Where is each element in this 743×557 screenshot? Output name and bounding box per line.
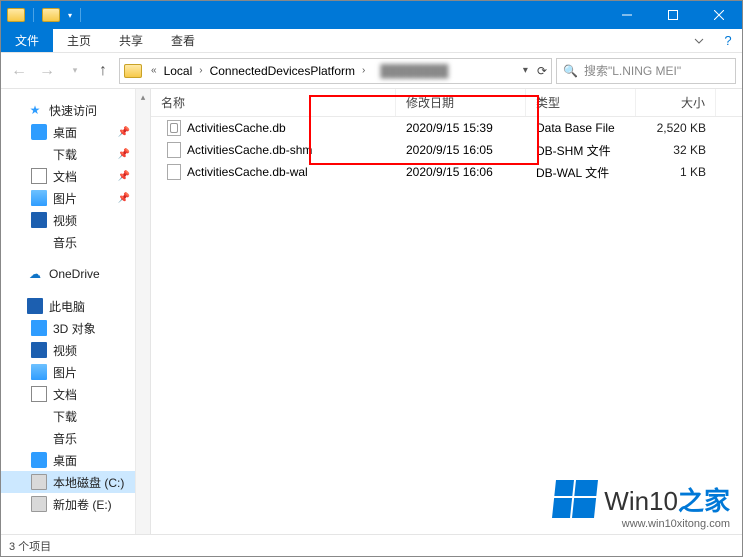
- tab-share[interactable]: 共享: [105, 29, 157, 52]
- search-icon: 🔍: [563, 64, 578, 78]
- column-name[interactable]: 名称: [151, 89, 396, 116]
- file-size: 2,520 KB: [636, 121, 716, 135]
- sidebar-item-obj3d[interactable]: 3D 对象: [1, 317, 150, 339]
- folder-icon: [124, 64, 142, 78]
- column-headers: 名称 修改日期 类型 大小: [151, 89, 742, 117]
- sidebar-item-music[interactable]: 音乐: [1, 427, 150, 449]
- scroll-up-icon[interactable]: ▴: [136, 89, 150, 105]
- file-type: DB-SHM 文件: [526, 142, 636, 159]
- search-placeholder: 搜索"L.NING MEI": [584, 62, 681, 79]
- pin-icon: 📌: [118, 127, 130, 138]
- file-icon: [167, 120, 181, 136]
- table-row[interactable]: ActivitiesCache.db 2020/9/15 15:39Data Ba…: [151, 117, 742, 139]
- column-type[interactable]: 类型: [526, 89, 636, 116]
- file-type: Data Base File: [526, 121, 636, 135]
- tab-view[interactable]: 查看: [157, 29, 209, 52]
- window-controls: [604, 1, 742, 29]
- sidebar-item-vid[interactable]: 视频: [1, 209, 150, 231]
- chevron-left-icon[interactable]: «: [148, 65, 160, 76]
- status-bar: 3 个项目: [1, 534, 742, 556]
- sidebar-item-music[interactable]: 音乐: [1, 231, 150, 253]
- navigation-bar: ← → ▾ ↑ « Local › ConnectedDevicesPlatfo…: [1, 53, 742, 89]
- sidebar-quick-access[interactable]: ★快速访问: [1, 99, 150, 121]
- chevron-right-icon[interactable]: ›: [196, 65, 205, 76]
- up-button[interactable]: ↑: [91, 59, 115, 83]
- ribbon-expand-icon[interactable]: [684, 29, 714, 52]
- help-icon[interactable]: ?: [714, 29, 742, 52]
- sidebar-item-down[interactable]: 下载📌: [1, 143, 150, 165]
- folder-icon: [42, 8, 60, 22]
- sidebar-item-pic[interactable]: 图片: [1, 361, 150, 383]
- sidebar-scrollbar[interactable]: ▴: [135, 89, 150, 534]
- sidebar-item-doc[interactable]: 文档: [1, 383, 150, 405]
- ribbon-tabs: 文件 主页 共享 查看 ?: [1, 29, 742, 53]
- file-size: 32 KB: [636, 143, 716, 157]
- sidebar-onedrive[interactable]: ☁OneDrive: [1, 263, 150, 285]
- chevron-down-icon[interactable]: ▾: [520, 65, 531, 76]
- breadcrumb[interactable]: Local: [162, 64, 195, 78]
- tab-home[interactable]: 主页: [53, 29, 105, 52]
- forward-button[interactable]: →: [35, 59, 59, 83]
- table-row[interactable]: ActivitiesCache.db-wal 2020/9/15 16:06DB-…: [151, 161, 742, 183]
- sidebar-item-desktop[interactable]: 桌面📌: [1, 121, 150, 143]
- pin-icon: 📌: [118, 149, 130, 160]
- file-date: 2020/9/15 16:06: [396, 165, 526, 179]
- file-list: 名称 修改日期 类型 大小 ActivitiesCache.db 2020/9/1…: [151, 89, 742, 534]
- close-button[interactable]: [696, 1, 742, 29]
- file-name: ActivitiesCache.db-shm: [187, 143, 312, 157]
- file-tab[interactable]: 文件: [1, 29, 53, 52]
- sidebar-item-doc[interactable]: 文档📌: [1, 165, 150, 187]
- sidebar-item-desktop[interactable]: 桌面: [1, 449, 150, 471]
- navigation-pane: ★快速访问桌面📌下载📌文档📌图片📌视频音乐☁OneDrive此电脑3D 对象视频…: [1, 89, 151, 534]
- separator: [80, 8, 81, 22]
- pin-icon: 📌: [118, 171, 130, 182]
- file-icon: [167, 142, 181, 158]
- back-button[interactable]: ←: [7, 59, 31, 83]
- sidebar-item-vid[interactable]: 视频: [1, 339, 150, 361]
- separator: [33, 8, 34, 22]
- minimize-button[interactable]: [604, 1, 650, 29]
- file-name: ActivitiesCache.db: [187, 121, 286, 135]
- main-area: ★快速访问桌面📌下载📌文档📌图片📌视频音乐☁OneDrive此电脑3D 对象视频…: [1, 89, 742, 534]
- table-row[interactable]: ActivitiesCache.db-shm 2020/9/15 16:05DB-…: [151, 139, 742, 161]
- maximize-button[interactable]: [650, 1, 696, 29]
- column-size[interactable]: 大小: [636, 89, 716, 116]
- history-dropdown-icon[interactable]: ▾: [63, 59, 87, 83]
- file-name: ActivitiesCache.db-wal: [187, 165, 308, 179]
- sidebar-item-drive[interactable]: 本地磁盘 (C:): [1, 471, 150, 493]
- qat-dropdown-icon[interactable]: ▾: [68, 11, 72, 20]
- breadcrumb-hidden[interactable]: ████████: [370, 64, 458, 78]
- address-bar[interactable]: « Local › ConnectedDevicesPlatform › ███…: [119, 58, 552, 84]
- sidebar-item-pic[interactable]: 图片📌: [1, 187, 150, 209]
- title-bar: ▾: [1, 1, 742, 29]
- folder-icon: [7, 8, 25, 22]
- column-date[interactable]: 修改日期: [396, 89, 526, 116]
- breadcrumb[interactable]: ConnectedDevicesPlatform: [208, 64, 357, 78]
- refresh-icon[interactable]: ⟳: [537, 64, 547, 78]
- sidebar-item-drive[interactable]: 新加卷 (E:): [1, 493, 150, 515]
- sidebar-item-down[interactable]: 下载: [1, 405, 150, 427]
- search-input[interactable]: 🔍 搜索"L.NING MEI": [556, 58, 736, 84]
- file-type: DB-WAL 文件: [526, 164, 636, 181]
- file-date: 2020/9/15 15:39: [396, 121, 526, 135]
- chevron-right-icon[interactable]: ›: [359, 65, 368, 76]
- pin-icon: 📌: [118, 193, 130, 204]
- file-size: 1 KB: [636, 165, 716, 179]
- quick-access-toolbar: ▾: [1, 8, 81, 22]
- file-date: 2020/9/15 16:05: [396, 143, 526, 157]
- file-icon: [167, 164, 181, 180]
- sidebar-this-pc[interactable]: 此电脑: [1, 295, 150, 317]
- item-count: 3 个项目: [9, 538, 51, 554]
